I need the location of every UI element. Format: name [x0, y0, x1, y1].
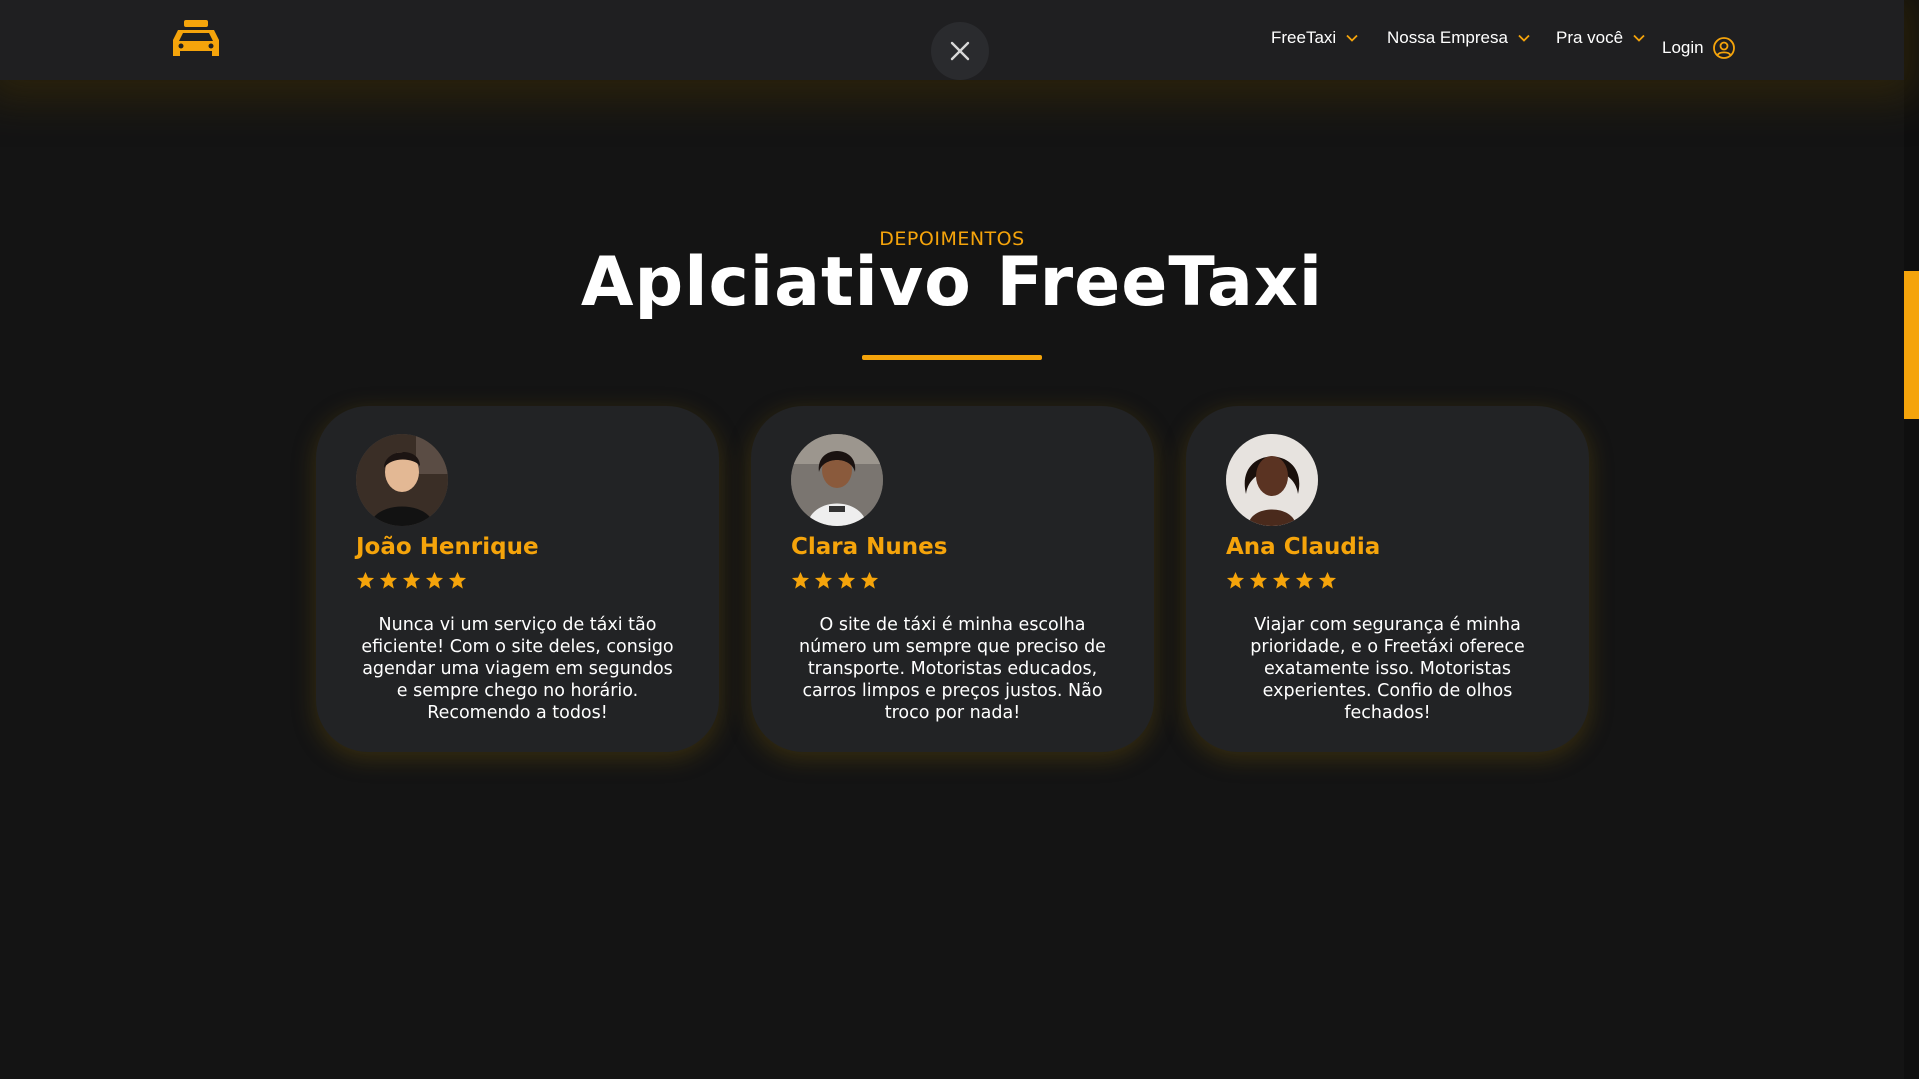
nav-pra-voce-label: Pra você	[1556, 28, 1624, 47]
avatar	[1226, 434, 1318, 526]
user-circle-icon	[1712, 37, 1735, 59]
testimonial-text: O site de táxi é minha escolha número um…	[799, 615, 1106, 723]
nav-nossa-empresa[interactable]: Nossa Empresa	[1387, 28, 1530, 48]
chevron-down-icon	[1346, 34, 1358, 42]
close-icon	[950, 41, 970, 61]
star-rating	[791, 571, 879, 590]
testimonial-name: Clara Nunes	[791, 534, 948, 560]
title-underline	[862, 355, 1042, 360]
scrollbar-thumb[interactable]	[1904, 271, 1919, 419]
avatar	[791, 434, 883, 526]
star-rating	[1226, 571, 1337, 590]
testimonial-name: João Henrique	[356, 534, 539, 560]
star-icon	[448, 571, 467, 589]
star-icon	[1272, 571, 1291, 589]
top-navbar: FreeTaxi Nossa Empresa Pra você Login	[0, 0, 1904, 80]
avatar	[356, 434, 448, 526]
login-label: Login	[1662, 38, 1704, 57]
nav-freetaxi[interactable]: FreeTaxi	[1271, 28, 1358, 48]
nav-nossa-empresa-label: Nossa Empresa	[1387, 28, 1508, 47]
login-button[interactable]: Login	[1662, 36, 1736, 60]
scrollbar-track[interactable]	[1904, 0, 1919, 1079]
star-icon	[379, 571, 398, 589]
chevron-down-icon	[1518, 34, 1530, 42]
star-icon	[837, 571, 856, 589]
star-icon	[1295, 571, 1314, 589]
star-icon	[814, 571, 833, 589]
testimonial-card: João Henrique Nunca vi um serviço de táx…	[316, 406, 719, 752]
testimonial-text: Viajar com segurança é minha prioridade,…	[1250, 615, 1525, 723]
star-icon	[860, 571, 879, 589]
star-icon	[1318, 571, 1337, 589]
close-button[interactable]	[931, 22, 989, 80]
nav-pra-voce[interactable]: Pra você	[1556, 28, 1645, 48]
star-icon	[425, 571, 444, 589]
section-title: Aplciativo FreeTaxi	[580, 243, 1324, 322]
star-icon	[791, 571, 810, 589]
testimonial-card: Clara Nunes O site de táxi é minha escol…	[751, 406, 1154, 752]
taxi-logo-icon[interactable]	[170, 18, 222, 60]
star-icon	[1226, 571, 1245, 589]
star-icon	[356, 571, 375, 589]
testimonial-text: Nunca vi um serviço de táxi tão eficient…	[361, 615, 674, 723]
star-icon	[1249, 571, 1268, 589]
page: FreeTaxi Nossa Empresa Pra você Login DE…	[0, 0, 1919, 1079]
testimonial-name: Ana Claudia	[1226, 534, 1381, 560]
testimonial-card: Ana Claudia Viajar com segurança é minha…	[1186, 406, 1589, 752]
chevron-down-icon	[1633, 34, 1645, 42]
nav-freetaxi-label: FreeTaxi	[1271, 28, 1337, 47]
star-icon	[402, 571, 421, 589]
star-rating	[356, 571, 467, 590]
